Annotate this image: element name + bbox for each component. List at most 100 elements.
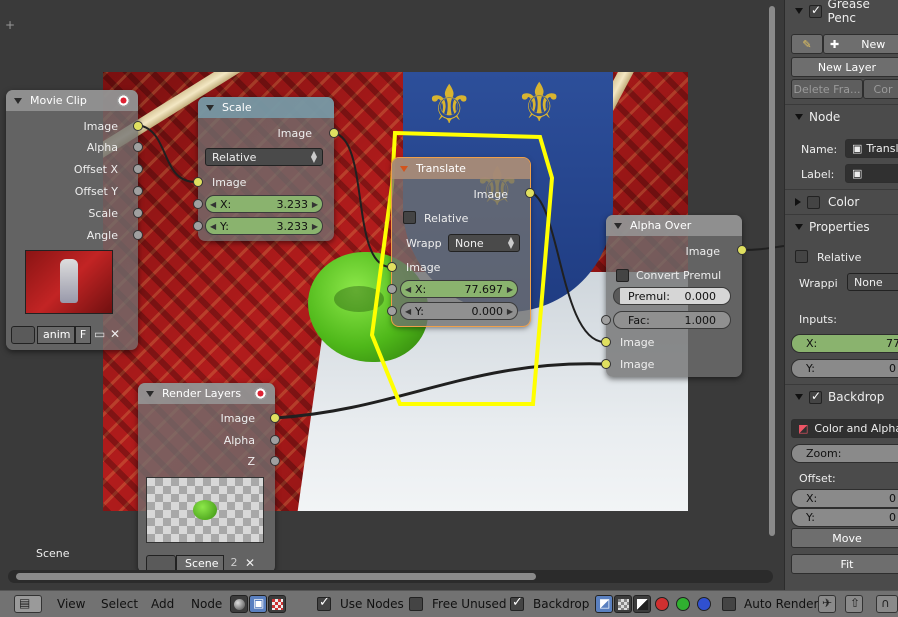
fake-user-button[interactable]: F [75, 326, 91, 344]
offset-y-field[interactable]: Y: 0 [791, 508, 898, 527]
node-header[interactable]: Scale [198, 97, 334, 118]
increment-icon[interactable]: ▶ [507, 285, 513, 294]
node-header[interactable]: Translate [392, 158, 530, 179]
backdrop-checkbox[interactable] [809, 389, 822, 404]
node-name-field[interactable]: ▣ Transl [845, 139, 898, 158]
scale-y-field[interactable]: ◀ Y: 3.233 ▶ [205, 217, 323, 235]
node-header[interactable]: Movie Clip [6, 90, 138, 111]
offset-x-field[interactable]: X: 0 [791, 489, 898, 508]
scale-mode-dropdown[interactable]: Relative ▲ ▼ [205, 148, 323, 166]
red-channel-icon[interactable] [655, 597, 669, 611]
scrollbar-thumb[interactable] [769, 6, 775, 536]
blue-channel-icon[interactable] [697, 597, 711, 611]
use-nodes-checkbox[interactable] [317, 595, 331, 611]
scrollbar-thumb[interactable] [16, 573, 536, 580]
fac-field[interactable]: Fac: 1.000 [613, 311, 731, 329]
scale-x-field[interactable]: ◀ X: 3.233 ▶ [205, 195, 323, 213]
output-socket-offset-x[interactable] [133, 164, 143, 174]
menu-view[interactable]: View [57, 597, 85, 611]
collapse-icon[interactable] [795, 114, 803, 120]
output-socket-image[interactable] [525, 188, 535, 198]
render-layers-node[interactable]: Render Layers Image Alpha Z Scene 2 ✕ [138, 383, 280, 573]
scale-node[interactable]: Scale Image Relative ▲ ▼ Image ◀ X: 3.233… [193, 97, 339, 241]
node-header[interactable]: Alpha Over [606, 215, 742, 236]
input-socket-y[interactable] [387, 306, 397, 316]
input-socket-x[interactable] [193, 199, 203, 209]
editor-type-menu[interactable]: ▤ [14, 595, 42, 613]
color-section[interactable]: Color [785, 191, 898, 213]
convert-premul-checkbox[interactable] [616, 269, 629, 282]
collapse-icon[interactable] [614, 222, 622, 229]
output-socket-image[interactable] [329, 128, 339, 138]
input-socket-image[interactable] [193, 177, 203, 187]
menu-node[interactable]: Node [191, 597, 222, 611]
output-socket-z[interactable] [270, 456, 280, 466]
new-grease-pencil-button[interactable]: ✚ New [823, 34, 898, 54]
wrap-dropdown[interactable]: None [847, 273, 898, 291]
input-socket-y[interactable] [193, 221, 203, 231]
input-socket-fac[interactable] [601, 315, 611, 325]
decrement-icon[interactable]: ◀ [210, 200, 216, 209]
collapse-icon[interactable] [795, 224, 803, 230]
green-channel-icon[interactable] [676, 597, 690, 611]
menu-add[interactable]: Add [151, 597, 174, 611]
output-socket-offset-y[interactable] [133, 186, 143, 196]
backdrop-channels-dropdown[interactable]: ◩ Color and Alpha [791, 419, 898, 438]
input-socket-image[interactable] [387, 262, 397, 272]
output-socket-angle[interactable] [133, 230, 143, 240]
premul-slider[interactable]: Premul: 0.000 [613, 287, 731, 305]
color-checkbox[interactable] [807, 195, 820, 209]
convert-button[interactable]: Cor [863, 79, 898, 99]
backdrop-color-button[interactable] [614, 595, 632, 613]
output-socket-alpha[interactable] [133, 142, 143, 152]
grease-pencil-checkbox[interactable] [809, 3, 822, 18]
relative-checkbox[interactable] [403, 211, 416, 224]
collapse-icon[interactable] [146, 390, 154, 397]
backdrop-color-alpha-button[interactable]: ◩ [595, 595, 613, 613]
input-socket-x[interactable] [387, 284, 397, 294]
plus-icon[interactable]: + [5, 19, 17, 31]
decrement-icon[interactable]: ◀ [210, 222, 216, 231]
wrap-dropdown[interactable]: None ▲ ▼ [448, 234, 520, 252]
input-x-field[interactable]: X: 77 [791, 334, 898, 353]
collapse-icon[interactable] [795, 8, 803, 14]
collapse-icon[interactable] [400, 165, 408, 172]
alpha-over-node[interactable]: Alpha Over Image Convert Premul Premul: … [601, 215, 747, 377]
menu-select[interactable]: Select [101, 597, 138, 611]
pencil-browse-button[interactable]: ✎ [791, 34, 823, 54]
vertical-scrollbar[interactable] [766, 0, 778, 560]
output-socket-alpha[interactable] [270, 435, 280, 445]
expand-icon[interactable] [795, 198, 801, 206]
backdrop-checkbox[interactable] [510, 595, 524, 611]
shader-nodes-button[interactable] [230, 595, 248, 613]
node-header[interactable]: Render Layers [138, 383, 275, 404]
collapse-icon[interactable] [14, 97, 22, 104]
movie-clip-node[interactable]: Movie Clip Image Alpha Offset X Offset Y… [6, 90, 143, 350]
texture-nodes-button[interactable] [268, 595, 286, 613]
node-label-field[interactable]: ▣ [845, 164, 898, 183]
input-socket-image-2[interactable] [601, 359, 611, 369]
backdrop-section[interactable]: Backdrop [785, 386, 898, 408]
close-icon[interactable]: ✕ [110, 326, 126, 344]
backdrop-alpha-button[interactable] [633, 595, 651, 613]
translate-y-field[interactable]: ◀ Y: 0.000 ▶ [400, 302, 518, 320]
clip-browse-button[interactable] [11, 326, 35, 344]
grease-pencil-section[interactable]: Grease Penc [785, 0, 898, 25]
node-section[interactable]: Node [785, 106, 898, 128]
snap-button[interactable]: ∩ [876, 595, 898, 613]
move-button[interactable]: Move [791, 528, 898, 548]
output-socket-scale[interactable] [133, 208, 143, 218]
output-socket-image[interactable] [270, 413, 280, 423]
input-socket-image-1[interactable] [601, 337, 611, 347]
decrement-icon[interactable]: ◀ [405, 307, 411, 316]
preview-toggle-icon[interactable] [117, 94, 130, 107]
increment-icon[interactable]: ▶ [507, 307, 513, 316]
delete-frame-button[interactable]: Delete Fra... [791, 79, 863, 99]
output-socket-image[interactable] [737, 245, 747, 255]
collapse-icon[interactable] [206, 104, 214, 111]
node-editor-area[interactable]: + ⚜ ⚜ ⚜ M [0, 0, 784, 590]
clip-name-field[interactable]: anim [37, 326, 75, 344]
increment-icon[interactable]: ▶ [312, 222, 318, 231]
fit-button[interactable]: Fit [791, 554, 898, 574]
increment-icon[interactable]: ▶ [312, 200, 318, 209]
